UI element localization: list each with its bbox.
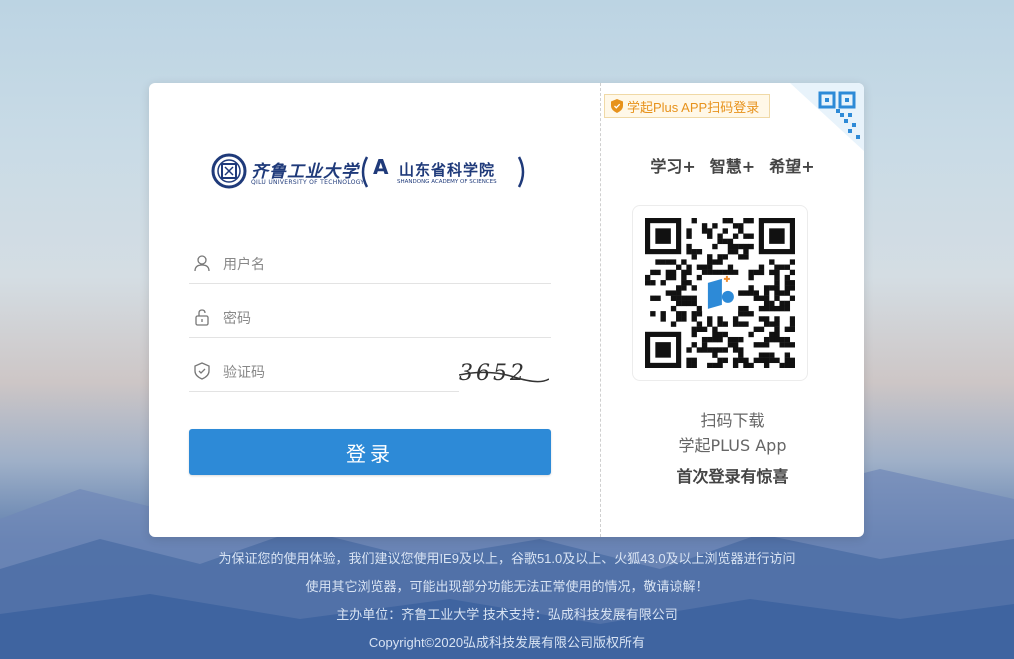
app-name-text: 学起PLUS App	[678, 436, 787, 455]
footer-copyright: Copyright©2020弘成科技发展有限公司版权所有	[368, 635, 646, 650]
password-input[interactable]	[221, 305, 525, 331]
shield-icon	[194, 362, 210, 380]
password-field	[189, 297, 551, 338]
university-name-en: QILU UNIVERSITY OF TECHNOLOGY	[251, 179, 365, 186]
username-input[interactable]	[221, 251, 525, 277]
scan-download-text: 扫码下载	[700, 411, 765, 430]
bracket-left-icon	[361, 156, 369, 188]
shield-check-icon	[611, 99, 623, 113]
tag-study: 学习+	[650, 157, 696, 176]
login-panel: 齐鲁工业大学 QILU UNIVERSITY OF TECHNOLOGY A 山…	[149, 83, 600, 537]
first-login-surprise-text: 首次登录有惊喜	[676, 467, 789, 486]
app-scan-login-label: 学起Plus APP扫码登录	[627, 99, 760, 115]
university-emblem-icon	[211, 153, 247, 189]
app-qr-panel: 学起Plus APP扫码登录 学习+ 智慧+ 希望+ 扫码下载 学起PLUS A…	[601, 83, 864, 537]
username-field	[189, 243, 551, 284]
university-logo: 齐鲁工业大学 QILU UNIVERSITY OF TECHNOLOGY A 山…	[211, 153, 531, 193]
lock-icon	[195, 309, 209, 326]
login-button[interactable]: 登录	[189, 429, 551, 475]
footer-compat-note: 使用其它浏览器，可能出现部分功能无法正常使用的情况，敬请谅解！	[305, 579, 709, 594]
qr-code-icon	[645, 218, 795, 368]
qr-corner-icon[interactable]	[790, 83, 864, 151]
footer-browser-tip: 为保证您的使用体验，我们建议您使用IE9及以上，谷歌51.0及以上、火狐43.0…	[218, 551, 796, 566]
tag-hope: 希望+	[769, 157, 815, 176]
user-icon	[194, 255, 210, 272]
academy-logo-mark: A	[373, 155, 389, 179]
captcha-field	[189, 351, 459, 392]
captcha-noise-line	[459, 371, 549, 383]
captcha-input[interactable]	[221, 359, 455, 385]
bracket-right-icon	[517, 156, 525, 188]
academy-name-en: SHANDONG ACADEMY OF SCIENCES	[397, 179, 497, 185]
footer-organizer: 主办单位：齐鲁工业大学 技术支持：弘成科技发展有限公司	[336, 607, 678, 622]
qr-code-box	[632, 205, 808, 381]
app-scan-login-badge[interactable]: 学起Plus APP扫码登录	[604, 94, 771, 118]
academy-name-cn: 山东省科学院	[399, 161, 496, 179]
app-tags: 学习+ 智慧+ 希望+	[601, 153, 864, 177]
login-card: 齐鲁工业大学 QILU UNIVERSITY OF TECHNOLOGY A 山…	[149, 83, 864, 537]
captcha-image[interactable]: 3652	[459, 361, 549, 391]
tag-wisdom: 智慧+	[709, 157, 756, 176]
